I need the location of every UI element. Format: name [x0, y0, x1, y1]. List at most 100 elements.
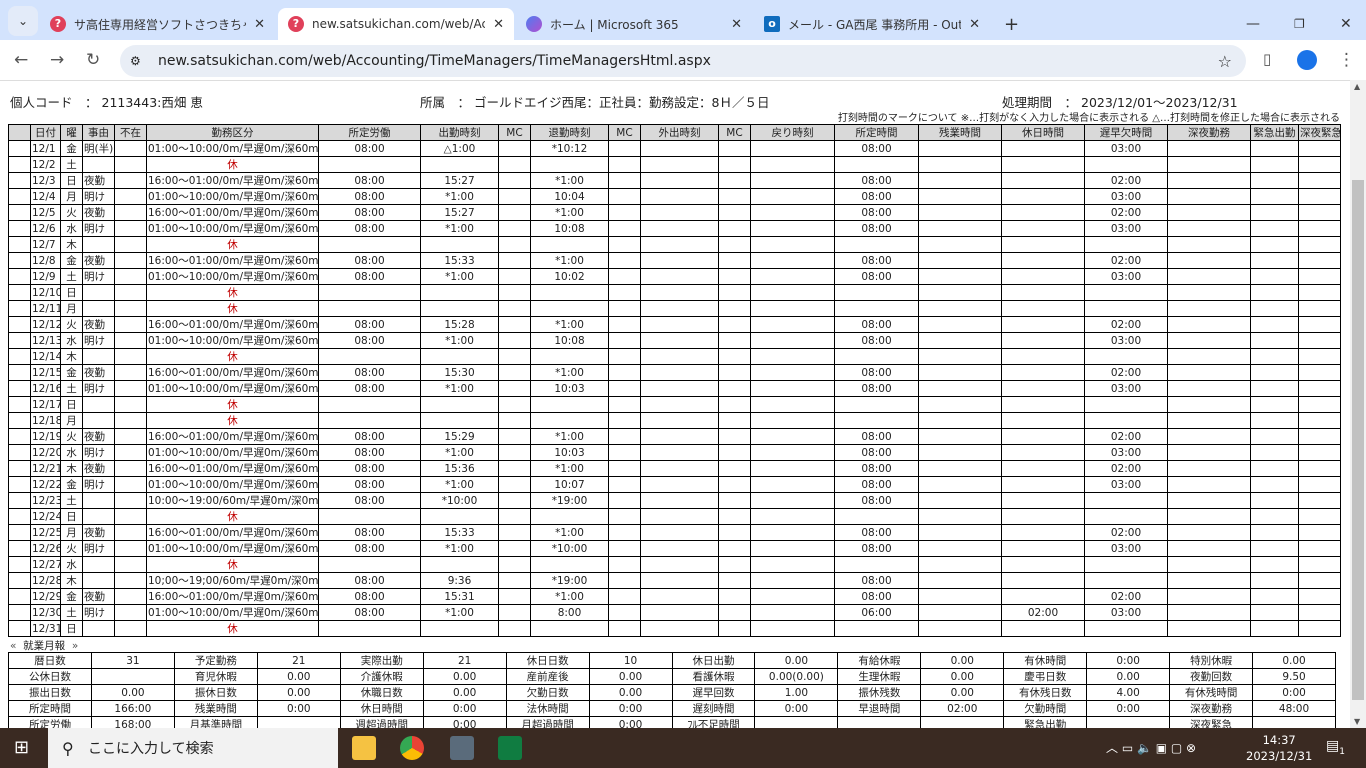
profile-avatar[interactable] — [1297, 50, 1317, 70]
prev-month-link[interactable]: « — [10, 640, 16, 652]
row-marker — [8, 156, 31, 173]
taskbar-search[interactable]: ⚲ ここに入力して検索 — [48, 728, 338, 768]
question-icon: ? — [50, 16, 66, 32]
clock-out-cell: *19:00 — [530, 492, 609, 509]
summary-label: 振休日数 — [173, 684, 258, 701]
summary-label: 月基準時間 — [173, 716, 258, 728]
mc-cell — [608, 284, 641, 301]
tab-0[interactable]: ?サ高住専用経営ソフトさつきちゃん✕ — [40, 8, 275, 40]
date-cell: 12/26 — [30, 540, 61, 557]
clock-in-cell: *1:00 — [420, 476, 499, 493]
clock-in-cell: 15:33 — [420, 252, 499, 269]
go-out-cell — [640, 604, 719, 621]
weekday-cell: 月 — [60, 412, 83, 429]
tray-icons[interactable]: ︿ ▭ 🔈 ▣ ▢ ⊗ — [1106, 739, 1196, 756]
mc-cell — [718, 540, 751, 557]
summary-label: 深夜勤務 — [1169, 700, 1254, 717]
file-explorer-icon[interactable] — [352, 736, 376, 760]
table-row: 12/22 金明け 01:00〜10:00/0m/早遅0m/深60m 08:00 *1:… — [8, 476, 1341, 493]
tab-2[interactable]: ホーム | Microsoft 365 ✕ — [516, 8, 752, 40]
summary-value: 0.00(0.00) — [754, 668, 839, 685]
column-header: 不在 — [114, 124, 147, 141]
restore-button[interactable]: ❐ — [1284, 8, 1315, 40]
mc-cell — [718, 492, 751, 509]
excel-icon[interactable] — [498, 736, 522, 760]
reason-cell — [82, 300, 115, 317]
late-early-time-cell: 03:00 — [1084, 220, 1168, 237]
summary-row: 公休日数 育児休暇 0.00 介護休暇 0.00 産前産後 0.00 看護休暇 0.00(0.0… — [8, 668, 1336, 685]
close-icon[interactable]: ✕ — [254, 17, 265, 32]
mc-cell — [718, 268, 751, 285]
close-icon[interactable]: ✕ — [731, 17, 742, 32]
weekday-cell: 土 — [60, 380, 83, 397]
clock-out-cell: *1:00 — [530, 364, 609, 381]
mc-cell — [718, 476, 751, 493]
tab-search-button[interactable]: ⌄ — [8, 6, 38, 36]
mc-cell — [718, 508, 751, 525]
emergency-cell — [1250, 284, 1299, 301]
scheduled-time-cell: 08:00 — [834, 172, 919, 189]
weekday-cell: 火 — [60, 204, 83, 221]
row-marker — [8, 364, 31, 381]
site-info-icon[interactable]: ⚙ — [130, 54, 141, 68]
next-month-link[interactable]: » — [72, 640, 78, 652]
mc-cell — [498, 252, 531, 269]
mc-cell — [498, 220, 531, 237]
new-tab-button[interactable]: + — [994, 8, 1029, 40]
close-icon[interactable]: ✕ — [493, 17, 504, 32]
reason-cell: 夜勤 — [82, 252, 115, 269]
mc-cell — [718, 380, 751, 397]
windows-start-icon[interactable]: ⊞ — [14, 737, 29, 758]
address-bar[interactable]: ⚙ new.satsukichan.com/web/Accounting/Tim… — [120, 45, 1246, 77]
reason-cell: 明け — [82, 540, 115, 557]
summary-label: 休日日数 — [505, 652, 590, 669]
scroll-down-icon[interactable]: ▼ — [1354, 717, 1360, 726]
sidepanel-icon[interactable]: ▯ — [1263, 50, 1271, 68]
mc-cell — [718, 412, 751, 429]
clock-in-cell: *1:00 — [420, 380, 499, 397]
holiday-time-cell — [1001, 396, 1085, 413]
mc-cell — [498, 588, 531, 605]
clock[interactable]: 14:37 2023/12/31 — [1246, 732, 1312, 764]
holiday-time-cell — [1001, 300, 1085, 317]
page-scrollbar[interactable]: ▲ ▼ — [1350, 80, 1366, 728]
scheduled-time-cell — [834, 412, 919, 429]
tab-1[interactable]: ?new.satsukichan.com/web/Accou✕ — [278, 8, 514, 40]
reason-cell: 夜勤 — [82, 524, 115, 541]
overtime-cell — [918, 332, 1002, 349]
mc-cell — [718, 524, 751, 541]
tab-3[interactable]: o メール - GA西尾 事務所用 - Outlo ✕ — [754, 8, 990, 40]
table-row: 12/29 金夜勤 16:00〜01:00/0m/早遅0m/深60m 08:00 15:… — [8, 588, 1341, 605]
late-early-time-cell — [1084, 556, 1168, 573]
summary-value: 0.00 — [256, 668, 341, 685]
shift-cell: 01:00〜10:00/0m/早遅0m/深60m — [146, 540, 319, 557]
outlook-icon: o — [764, 16, 780, 32]
notification-icon[interactable]: ▤1 — [1326, 738, 1345, 757]
emergency-cell — [1250, 252, 1299, 269]
reload-icon[interactable]: ↻ — [86, 50, 100, 70]
scrollbar-thumb[interactable] — [1352, 180, 1364, 700]
mc-cell — [498, 236, 531, 253]
prescribed-work-cell — [318, 284, 421, 301]
shift-cell: 16:00〜01:00/0m/早遅0m/深60m — [146, 428, 319, 445]
calculator-icon[interactable] — [450, 736, 474, 760]
go-out-cell — [640, 316, 719, 333]
clock-out-cell: 10:08 — [530, 332, 609, 349]
minimize-button[interactable]: — — [1236, 8, 1270, 40]
shift-cell: 01:00〜10:00/0m/早遅0m/深60m — [146, 332, 319, 349]
scroll-up-icon[interactable]: ▲ — [1354, 82, 1360, 91]
close-window-button[interactable]: ✕ — [1330, 8, 1362, 40]
scheduled-time-cell — [834, 300, 919, 317]
scheduled-time-cell — [834, 508, 919, 525]
overtime-cell — [918, 252, 1002, 269]
row-marker — [8, 332, 31, 349]
close-icon[interactable]: ✕ — [969, 17, 980, 32]
mc-cell — [498, 524, 531, 541]
menu-icon[interactable]: ⋮ — [1338, 50, 1355, 70]
chrome-icon[interactable] — [400, 736, 424, 760]
mc-cell — [498, 604, 531, 621]
star-icon[interactable]: ☆ — [1218, 52, 1232, 71]
row-marker — [8, 236, 31, 253]
back-icon[interactable]: ← — [14, 50, 28, 70]
forward-icon[interactable]: → — [50, 50, 64, 70]
